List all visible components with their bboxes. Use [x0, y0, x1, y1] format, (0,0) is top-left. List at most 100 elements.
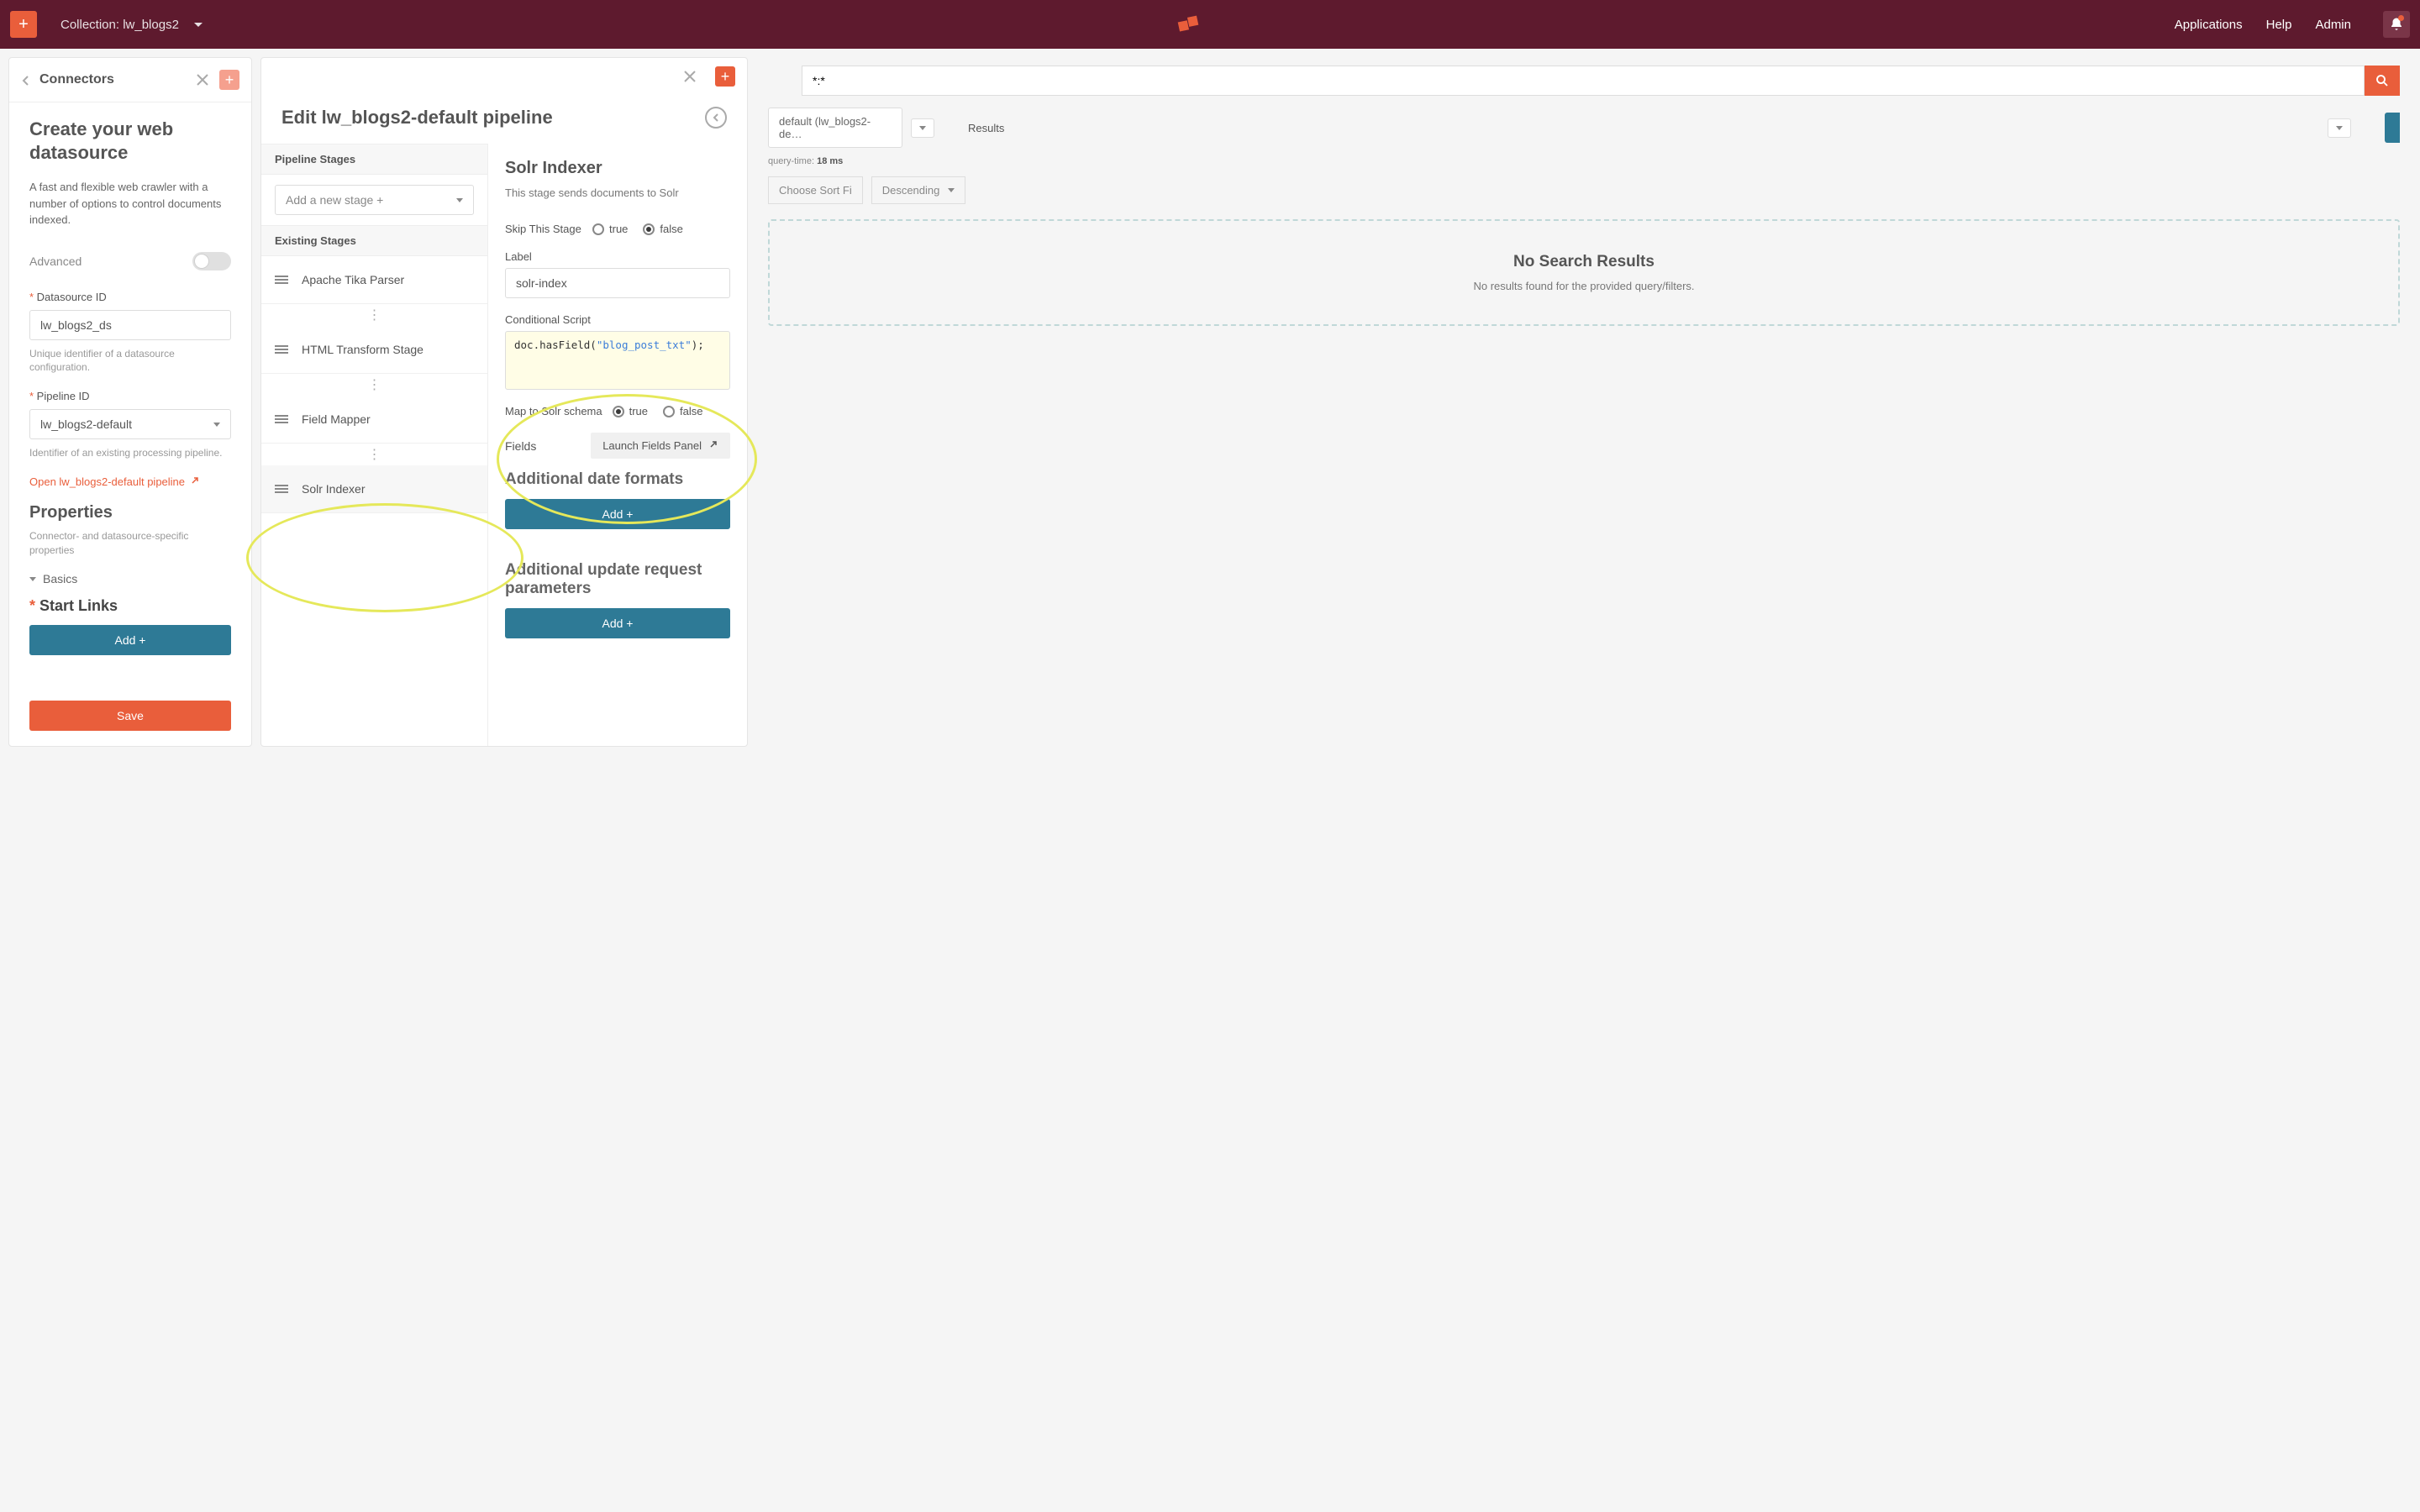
sort-order-select[interactable]: Descending: [871, 176, 966, 204]
map-true-radio[interactable]: true: [613, 405, 648, 417]
properties-title: Properties: [29, 503, 231, 522]
collection-label: Collection: lw_blogs2: [60, 18, 179, 32]
search-input[interactable]: [802, 66, 2365, 96]
datasource-id-input[interactable]: [29, 310, 231, 340]
collection-selector[interactable]: Collection: lw_blogs2: [60, 18, 203, 32]
stage-item[interactable]: Apache Tika Parser: [261, 256, 487, 304]
logo: [203, 12, 2175, 37]
conditional-script-input[interactable]: doc.hasField("blog_post_txt");: [505, 331, 730, 390]
header-add-button[interactable]: +: [10, 11, 37, 38]
stages-column: Pipeline Stages Add a new stage + Existi…: [261, 144, 488, 746]
advanced-label: Advanced: [29, 255, 82, 268]
connectors-panel: Connectors + Create your web datasource …: [8, 57, 252, 747]
fields-label: Fields: [505, 439, 536, 453]
external-link-icon: [190, 475, 200, 488]
caret-down-icon: [194, 23, 203, 27]
skip-true-radio[interactable]: true: [592, 223, 628, 235]
back-circle-button[interactable]: [705, 107, 727, 129]
back-button[interactable]: [21, 75, 31, 85]
side-action-button[interactable]: [2385, 113, 2400, 143]
pipeline-panel: + Edit lw_blogs2-default pipeline Pipeli…: [260, 57, 748, 747]
label-field-label: Label: [505, 250, 730, 263]
add-connector-button[interactable]: +: [219, 70, 239, 90]
open-pipeline-link[interactable]: Open lw_blogs2-default pipeline: [29, 475, 231, 488]
datasource-id-hint: Unique identifier of a datasource config…: [29, 347, 231, 375]
basics-toggle[interactable]: Basics: [29, 572, 231, 585]
app-header: + Collection: lw_blogs2 Applications Hel…: [0, 0, 2420, 49]
skip-stage-row: Skip This Stage true false: [505, 223, 730, 235]
nav-admin[interactable]: Admin: [2315, 18, 2351, 32]
panel2-title-bar: Edit lw_blogs2-default pipeline: [261, 95, 747, 144]
conditional-script-label: Conditional Script: [505, 313, 730, 326]
pipeline-dropdown[interactable]: default (lw_blogs2-de…: [768, 108, 902, 148]
advanced-toggle[interactable]: [192, 252, 231, 270]
launch-fields-button[interactable]: Launch Fields Panel: [591, 433, 730, 459]
add-start-link-button[interactable]: Add +: [29, 625, 231, 655]
drag-handle-icon[interactable]: [275, 345, 288, 354]
stage-menu-icon[interactable]: ⋮: [261, 304, 487, 326]
save-button[interactable]: Save: [29, 701, 231, 731]
drag-handle-icon[interactable]: [275, 276, 288, 284]
advanced-row: Advanced: [29, 252, 231, 270]
map-solr-row: Map to Solr schema true false: [505, 405, 730, 417]
skip-false-radio[interactable]: false: [643, 223, 682, 235]
detail-title: Solr Indexer: [505, 159, 730, 178]
panel2-header: +: [261, 58, 747, 95]
label-block: Label: [505, 250, 730, 298]
panel1-title: Connectors: [39, 72, 194, 87]
start-links-label: Start Links: [29, 597, 231, 615]
pipeline-id-hint: Identifier of an existing processing pip…: [29, 446, 231, 460]
conditional-script-block: Conditional Script doc.hasField("blog_po…: [505, 313, 730, 390]
search-button[interactable]: [2365, 66, 2400, 96]
create-description: A fast and flexible web crawler with a n…: [29, 179, 231, 228]
main-content: Connectors + Create your web datasource …: [0, 49, 2420, 755]
datasource-id-label: Datasource ID: [29, 291, 231, 303]
dropdown-row: default (lw_blogs2-de… Results: [768, 108, 2400, 148]
search-icon: [2375, 73, 2390, 88]
stage-item-selected[interactable]: Solr Indexer: [261, 465, 487, 513]
no-results-subtitle: No results found for the provided query/…: [786, 280, 2381, 292]
existing-stages-label: Existing Stages: [261, 225, 487, 256]
sort-field-select[interactable]: Choose Sort Fi: [768, 176, 863, 204]
stage-menu-icon[interactable]: ⋮: [261, 444, 487, 465]
panel2-columns: Pipeline Stages Add a new stage + Existi…: [261, 144, 747, 746]
update-params-heading: Additional update request parameters: [505, 561, 730, 598]
header-nav: Applications Help Admin: [2175, 11, 2410, 38]
close-button[interactable]: [194, 71, 211, 88]
results-dd-caret[interactable]: [2328, 118, 2351, 138]
nav-applications[interactable]: Applications: [2175, 18, 2243, 32]
stage-item[interactable]: HTML Transform Stage: [261, 326, 487, 374]
map-false-radio[interactable]: false: [663, 405, 702, 417]
stage-item[interactable]: Field Mapper: [261, 396, 487, 444]
stage-detail-column: Solr Indexer This stage sends documents …: [488, 144, 747, 746]
create-heading: Create your web datasource: [29, 118, 231, 164]
pipeline-dd-caret[interactable]: [911, 118, 934, 138]
caret-down-icon: [213, 423, 220, 427]
search-panel: default (lw_blogs2-de… Results query-tim…: [756, 57, 2412, 747]
date-formats-heading: Additional date formats: [505, 470, 730, 489]
caret-down-icon: [456, 198, 463, 202]
add-pipeline-button[interactable]: +: [715, 66, 735, 87]
label-input[interactable]: [505, 268, 730, 298]
properties-desc: Connector- and datasource-specific prope…: [29, 529, 231, 558]
nav-help[interactable]: Help: [2266, 18, 2292, 32]
pipeline-id-select[interactable]: lw_blogs2-default: [29, 409, 231, 439]
panel1-body: Create your web datasource A fast and fl…: [9, 102, 251, 746]
close-button[interactable]: [681, 68, 698, 85]
notification-dot: [2398, 15, 2404, 21]
drag-handle-icon[interactable]: [275, 485, 288, 493]
notifications-button[interactable]: [2383, 11, 2410, 38]
fields-row: Fields Launch Fields Panel: [505, 433, 730, 459]
map-solr-label: Map to Solr schema: [505, 405, 602, 417]
external-link-icon: [708, 439, 718, 452]
add-date-format-button[interactable]: Add +: [505, 499, 730, 529]
drag-handle-icon[interactable]: [275, 415, 288, 423]
panel1-header: Connectors +: [9, 58, 251, 102]
add-stage-select[interactable]: Add a new stage +: [275, 185, 474, 215]
no-results-title: No Search Results: [786, 253, 2381, 271]
skip-stage-label: Skip This Stage: [505, 223, 582, 235]
add-update-param-button[interactable]: Add +: [505, 608, 730, 638]
stage-menu-icon[interactable]: ⋮: [261, 374, 487, 396]
pipeline-id-label: Pipeline ID: [29, 390, 231, 402]
sort-row: Choose Sort Fi Descending: [768, 176, 2400, 204]
